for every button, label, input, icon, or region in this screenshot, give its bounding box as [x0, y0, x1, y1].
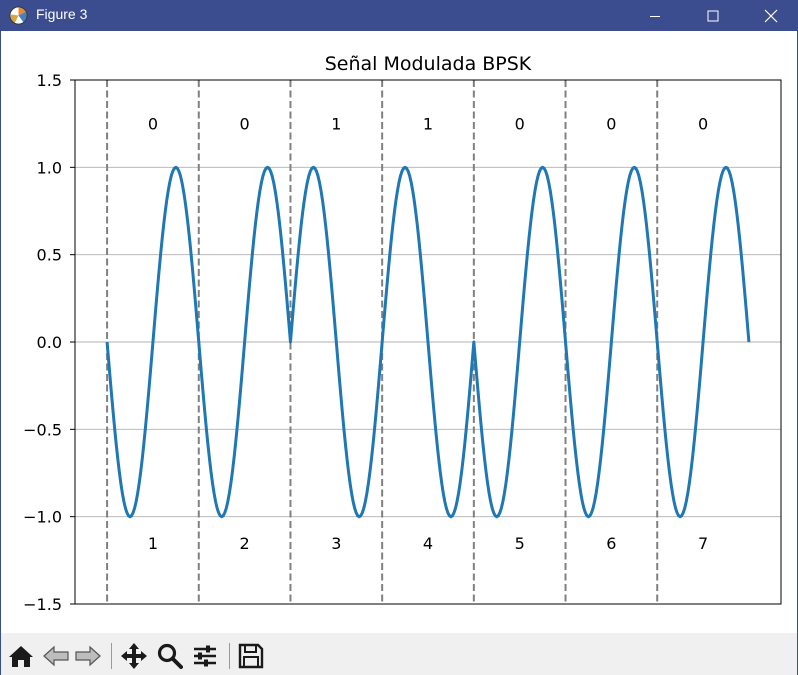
- bit-label: 0: [240, 115, 250, 134]
- y-tick-label: 0.5: [37, 246, 62, 265]
- pan-button[interactable]: [119, 641, 149, 671]
- symbol-number-label: 6: [606, 534, 616, 553]
- zoom-button[interactable]: [155, 641, 185, 671]
- close-button[interactable]: [742, 0, 798, 31]
- maximize-button[interactable]: [684, 0, 742, 31]
- forward-button[interactable]: [73, 641, 103, 671]
- bpsk-chart: Señal Modulada BPSK 0 0 1 1 0 0 0 1 2 3 4 5 6 7 −1.5 −1.…: [23, 53, 782, 614]
- toolbar-separator: [229, 643, 230, 669]
- matplotlib-app-icon: [9, 6, 28, 25]
- save-icon: [238, 643, 264, 669]
- symbol-number-label: 1: [148, 534, 158, 553]
- window-titlebar: Figure 3: [0, 0, 798, 31]
- back-icon: [43, 645, 69, 667]
- y-tick-label: 1.0: [37, 158, 62, 177]
- bit-label: 0: [515, 115, 525, 134]
- bit-label: 0: [698, 115, 708, 134]
- bit-label: 1: [331, 115, 341, 134]
- minimize-button[interactable]: [626, 0, 684, 31]
- y-tick-label: −1.5: [23, 595, 62, 614]
- bit-label: 1: [423, 115, 433, 134]
- window-title: Figure 3: [36, 6, 88, 22]
- home-icon: [9, 646, 33, 667]
- back-button[interactable]: [41, 641, 71, 671]
- figure-canvas[interactable]: Señal Modulada BPSK 0 0 1 1 0 0 0 1 2 3 4 5 6 7 −1.5 −1.…: [0, 31, 798, 633]
- symbol-number-label: 3: [331, 534, 341, 553]
- y-tick-label: −1.0: [23, 508, 62, 527]
- bit-label: 0: [148, 115, 158, 134]
- zoom-icon: [157, 643, 183, 669]
- symbol-number-label: 7: [698, 534, 708, 553]
- bit-label: 0: [606, 115, 616, 134]
- save-button[interactable]: [236, 641, 266, 671]
- symbol-number-label: 5: [515, 534, 525, 553]
- configure-subplots-icon: [194, 645, 216, 667]
- symbol-number-label: 2: [240, 534, 250, 553]
- configure-subplots-button[interactable]: [190, 641, 220, 671]
- symbol-number-label: 4: [423, 534, 433, 553]
- y-tick-label: 0.0: [37, 333, 62, 352]
- pan-icon: [121, 643, 147, 669]
- y-tick-label: 1.5: [37, 71, 62, 90]
- toolbar-separator: [111, 643, 112, 669]
- navigation-toolbar: [0, 633, 798, 675]
- home-button[interactable]: [6, 641, 36, 671]
- maximize-icon: [707, 10, 719, 21]
- chart-title: Señal Modulada BPSK: [325, 53, 532, 75]
- forward-icon: [75, 645, 101, 667]
- y-tick-label: −0.5: [23, 420, 62, 439]
- minimize-icon: [650, 15, 660, 17]
- close-icon: [764, 9, 778, 22]
